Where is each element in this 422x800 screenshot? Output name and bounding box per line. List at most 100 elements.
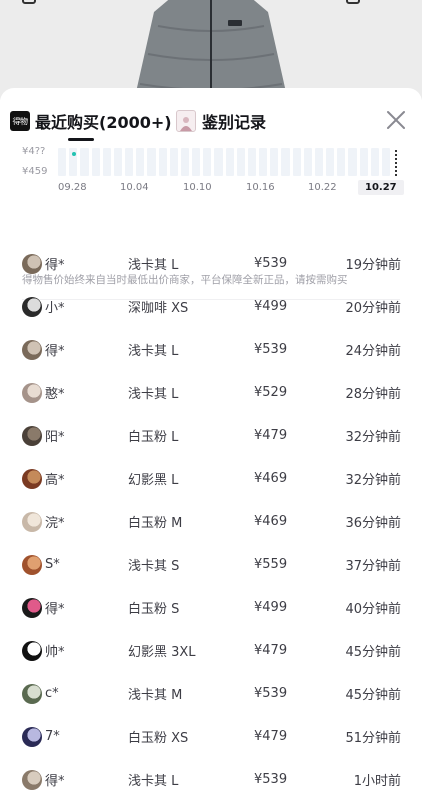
purchase-row: 高* 幻影黑 L ¥469 32分钟前	[0, 457, 422, 500]
tab-recent-purchases[interactable]: 得物 最近购买(2000+)	[10, 108, 172, 134]
purchase-price: ¥469	[254, 514, 288, 529]
buyer-name: 阳*	[45, 430, 65, 445]
buyer-name: 得*	[45, 774, 65, 789]
buyer-name: 浣*	[45, 516, 65, 531]
purchase-price: ¥499	[254, 600, 288, 615]
buyer-name: 得*	[45, 258, 65, 273]
chart-bar-cell	[348, 148, 357, 176]
chart-bar-cell	[259, 148, 268, 176]
purchase-row: 小* 深咖啡 XS ¥499 20分钟前	[0, 285, 422, 328]
purchase-row: 得* 白玉粉 S ¥499 40分钟前	[0, 586, 422, 629]
purchase-variant: 幻影黑 L	[128, 473, 179, 488]
chart-bar-cell	[203, 148, 212, 176]
purchase-price: ¥539	[254, 772, 288, 787]
close-button[interactable]	[384, 108, 408, 132]
chart-bars	[58, 148, 391, 176]
chart-bar-cell	[359, 148, 368, 176]
chart-bar-cell	[370, 148, 379, 176]
purchase-row: 阳* 白玉粉 L ¥479 32分钟前	[0, 414, 422, 457]
buyer-avatar	[22, 726, 42, 747]
jacket-image	[134, 0, 288, 100]
buyer-name: 帅*	[45, 645, 65, 660]
chart-bar-cell	[80, 148, 89, 176]
purchase-variant: 深咖啡 XS	[128, 301, 189, 316]
purchase-price: ¥539	[254, 686, 288, 701]
chart-bar-cell	[337, 148, 346, 176]
purchase-variant: 浅卡其 L	[128, 387, 179, 402]
purchase-time: 24分钟前	[345, 344, 401, 359]
chart-bar-cell	[381, 148, 391, 176]
buyer-name: 得*	[45, 602, 65, 617]
chart-bar-cell	[158, 148, 167, 176]
chart-bar-cell	[314, 148, 324, 176]
buyer-avatar	[22, 296, 42, 317]
purchase-price: ¥469	[254, 471, 288, 486]
buyer-avatar	[22, 425, 42, 446]
x-label-active: 10.27	[358, 180, 404, 195]
tab-authentication-records[interactable]: 鉴别记录	[176, 108, 266, 134]
x-label-3: 10.16	[246, 182, 275, 193]
buyer-avatar	[22, 339, 42, 360]
chart-bar-cell	[136, 148, 145, 176]
buyer-avatar	[22, 511, 42, 532]
product-image-backdrop	[0, 0, 422, 100]
purchase-time: 37分钟前	[345, 559, 401, 574]
chart-bar-cell	[281, 148, 290, 176]
purchase-variant: 白玉粉 S	[128, 602, 180, 617]
buyer-name: 小*	[45, 301, 65, 316]
purchase-price: ¥529	[254, 385, 288, 400]
purchase-price: ¥479	[254, 729, 288, 744]
purchase-row: S* 浅卡其 S ¥559 37分钟前	[0, 543, 422, 586]
chart-bar-cell	[102, 148, 111, 176]
chart-bar-cell	[169, 148, 178, 176]
purchase-price: ¥479	[254, 428, 288, 443]
purchase-row: 7* 白玉粉 XS ¥479 51分钟前	[0, 715, 422, 758]
dewu-logo-icon: 得物	[10, 111, 30, 131]
chart-bar-cell	[303, 148, 312, 176]
chart-bar-cell	[326, 148, 335, 176]
purchase-time: 1小时前	[353, 774, 401, 789]
buyer-name: 得*	[45, 344, 65, 359]
tab-auth-label: 鉴别记录	[202, 113, 267, 132]
chart-bar-cell	[180, 148, 190, 176]
corner-mark-right	[346, 0, 360, 4]
chart-y-label-top: ¥4??	[22, 146, 46, 157]
chart-bar-cell	[113, 148, 123, 176]
chart-bar-cell	[225, 148, 234, 176]
x-label-1: 10.04	[120, 182, 149, 193]
chart-bar-cell	[125, 148, 134, 176]
buyer-name: S*	[45, 557, 60, 572]
buyer-avatar	[22, 253, 42, 274]
chart-bar-cell	[91, 148, 100, 176]
purchase-variant: 白玉粉 M	[128, 516, 183, 531]
close-icon	[387, 111, 405, 129]
purchase-time: 45分钟前	[345, 688, 401, 703]
purchase-time: 20分钟前	[345, 301, 401, 316]
purchase-price: ¥479	[254, 643, 288, 658]
purchase-variant: 白玉粉 L	[128, 430, 179, 445]
tab-recent-label: 最近购买(2000+)	[35, 113, 172, 132]
chart-x-axis: 09.28 10.04 10.10 10.16 10.22 10.27	[58, 180, 408, 200]
purchase-time: 51分钟前	[345, 731, 401, 746]
buyer-name: 高*	[45, 473, 65, 488]
purchase-row: 帅* 幻影黑 3XL ¥479 45分钟前	[0, 629, 422, 672]
purchase-time: 19分钟前	[345, 258, 401, 273]
buyer-name: 憨*	[45, 387, 65, 402]
purchase-variant: 浅卡其 L	[128, 774, 179, 789]
chart-bar-cell	[247, 148, 257, 176]
chart-bar-cell	[192, 148, 201, 176]
purchase-time: 36分钟前	[345, 516, 401, 531]
chart-y-label-bottom: ¥459	[22, 166, 48, 177]
x-label-4: 10.22	[308, 182, 337, 193]
chart-bar-cell	[214, 148, 223, 176]
purchase-price: ¥539	[254, 256, 288, 271]
purchase-time: 45分钟前	[345, 645, 401, 660]
x-label-2: 10.10	[183, 182, 212, 193]
tab-bar: 得物 最近购买(2000+) 鉴别记录	[0, 88, 422, 148]
purchase-price: ¥559	[254, 557, 288, 572]
purchase-variant: 浅卡其 L	[128, 344, 179, 359]
buyer-avatar	[22, 769, 42, 790]
purchase-variant: 幻影黑 3XL	[128, 645, 196, 660]
buyer-avatar	[22, 554, 42, 575]
purchase-row: 浣* 白玉粉 M ¥469 36分钟前	[0, 500, 422, 543]
